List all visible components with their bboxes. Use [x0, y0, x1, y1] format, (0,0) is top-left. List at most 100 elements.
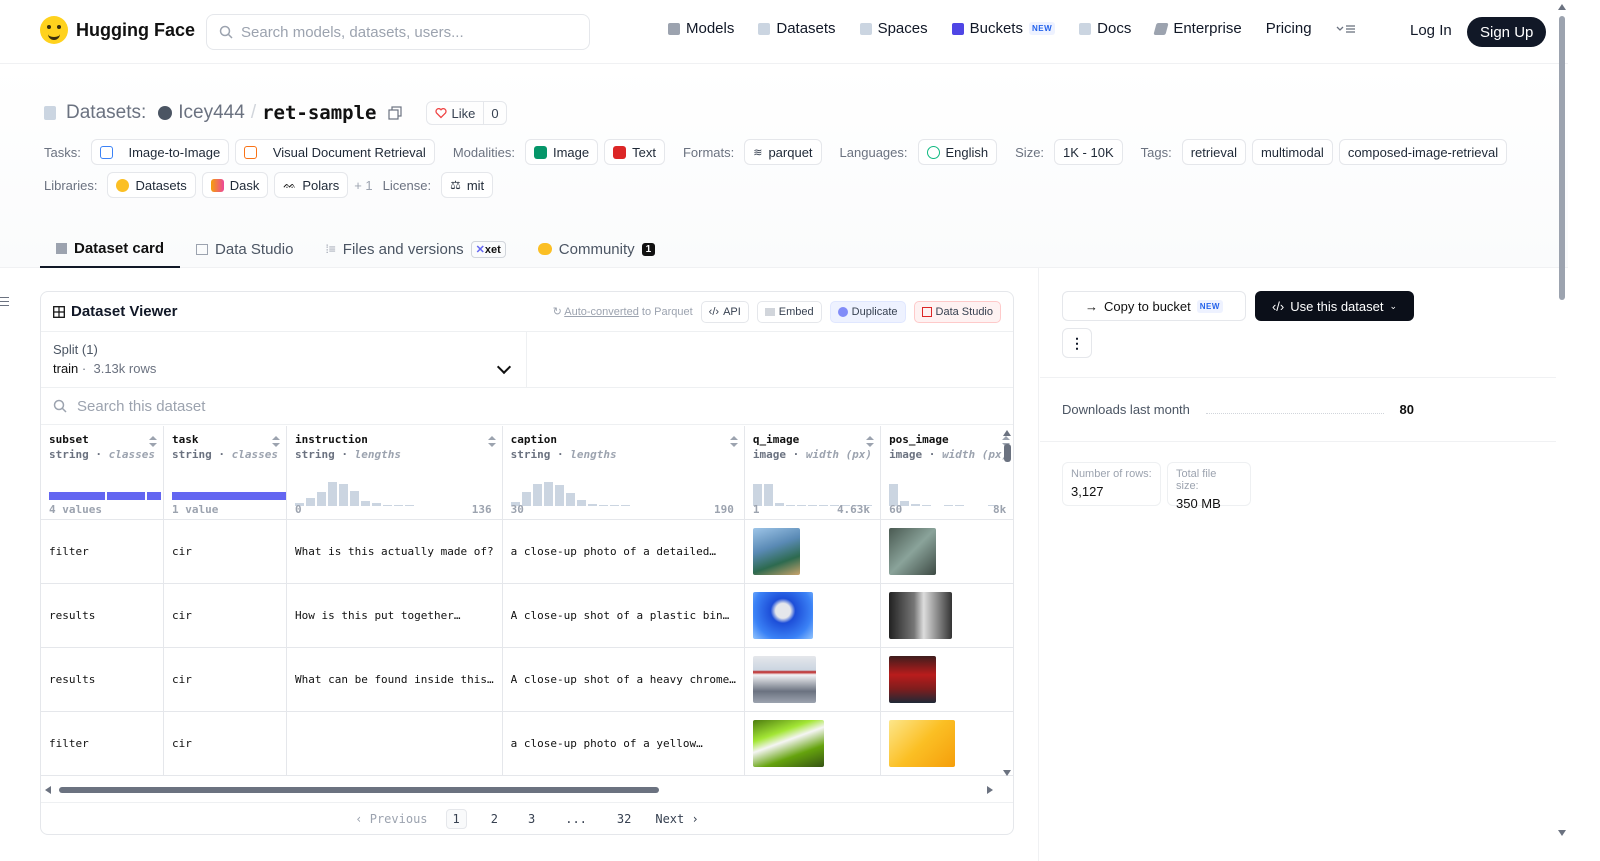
table-row[interactable]: results cir What can be found inside thi… [41, 647, 1013, 712]
tab-data-studio[interactable]: Data Studio [180, 230, 309, 268]
pos-image-thumbnail[interactable] [889, 527, 937, 575]
cell-pos-image[interactable] [880, 519, 1013, 584]
libraries-more[interactable]: + 1 [354, 178, 372, 193]
scroll-thumb[interactable] [59, 787, 659, 793]
cell-subset[interactable]: filter [41, 519, 164, 584]
scroll-down-icon[interactable] [1003, 770, 1011, 776]
tag-library-datasets[interactable]: Datasets [107, 172, 196, 198]
cell-task[interactable]: cir [163, 583, 287, 648]
cell-pos-image[interactable] [880, 711, 1013, 776]
sort-icon[interactable] [487, 436, 496, 448]
cell-caption[interactable]: A close-up shot of a plastic bin… [502, 583, 745, 648]
cell-pos-image[interactable] [880, 583, 1013, 648]
class-distribution-bar[interactable] [171, 492, 286, 500]
width-histogram[interactable] [889, 474, 998, 506]
data-studio-button[interactable]: Data Studio [913, 300, 1001, 323]
class-distribution-bar[interactable] [49, 492, 162, 500]
use-this-dataset-button[interactable]: ‹/› Use this dataset ⌄ [1255, 291, 1414, 321]
tag-retrieval[interactable]: retrieval [1181, 139, 1246, 165]
repo-name[interactable]: ret-sample [262, 102, 376, 124]
cell-caption[interactable]: a close-up photo of a yellow… [502, 711, 745, 776]
q-image-thumbnail[interactable] [752, 591, 813, 639]
q-image-thumbnail[interactable] [752, 719, 824, 767]
scroll-up-icon[interactable] [1003, 430, 1011, 436]
nav-models[interactable]: Models [668, 20, 734, 37]
previous-page-button[interactable]: ‹ Previous [355, 812, 427, 826]
dataset-search[interactable] [41, 388, 1013, 425]
more-options-button[interactable]: ⋮ [1062, 328, 1092, 358]
duplicate-button[interactable]: Duplicate [829, 300, 906, 323]
tab-dataset-card[interactable]: Dataset card [40, 230, 181, 268]
copy-to-bucket-button[interactable]: → Copy to bucket NEW [1062, 291, 1246, 321]
brand-logo[interactable]: Hugging Face [40, 16, 195, 44]
like-button[interactable]: Like 0 [426, 101, 507, 125]
signup-button[interactable]: Sign Up [1467, 17, 1547, 47]
column-header-task[interactable]: task string · classes 1 value [163, 426, 287, 520]
tag-library-polars[interactable]: ᨐ Polars [274, 172, 349, 198]
cell-q-image[interactable] [744, 583, 882, 648]
cell-caption[interactable]: a close-up photo of a detailed… [502, 519, 745, 584]
login-link[interactable]: Log In [1410, 22, 1452, 39]
pos-image-thumbnail[interactable] [889, 591, 953, 639]
tag-task-image-to-image[interactable]: Image-to-Image [90, 139, 230, 165]
api-button[interactable]: ‹/› API [700, 300, 749, 323]
cell-instruction[interactable]: What can be found inside this… [286, 647, 503, 712]
section-label[interactable]: Datasets: [66, 102, 146, 124]
column-header-subset[interactable]: subset string · classes 4 values [41, 426, 164, 520]
column-header-pos-image[interactable]: pos_image image · width (px) 60 8k [880, 426, 1013, 520]
sort-icon[interactable] [271, 436, 280, 448]
table-row[interactable]: filter cir What is this actually made of… [41, 519, 1013, 584]
tag-size[interactable]: 1K - 10K [1054, 139, 1123, 165]
page-1[interactable]: 1 [445, 808, 467, 829]
cell-instruction[interactable]: What is this actually made of? [286, 519, 503, 584]
cell-task[interactable]: cir [163, 711, 287, 776]
pos-image-thumbnail[interactable] [889, 719, 956, 767]
length-histogram[interactable] [294, 474, 414, 506]
tab-files-and-versions[interactable]: ⁞≡ Files and versions ✕xet [309, 230, 521, 268]
column-header-q-image[interactable]: q_image image · width (px) 1 4.63k [744, 426, 882, 520]
scroll-up-icon[interactable] [1558, 4, 1566, 10]
global-search-input[interactable] [241, 23, 571, 41]
cell-task[interactable]: cir [163, 519, 287, 584]
copy-icon[interactable] [388, 106, 403, 120]
cell-subset[interactable]: results [41, 583, 164, 648]
nav-buckets[interactable]: Buckets NEW [951, 20, 1056, 37]
tag-composed-image-retrieval[interactable]: composed-image-retrieval [1338, 139, 1508, 165]
sort-icon[interactable] [148, 436, 157, 448]
pos-image-thumbnail[interactable] [889, 655, 937, 703]
tag-task-visual-document-retrieval[interactable]: Visual Document Retrieval [235, 139, 435, 165]
tag-language-english[interactable]: English [917, 139, 998, 165]
embed-button[interactable]: Embed [756, 300, 822, 323]
cell-pos-image[interactable] [880, 647, 1013, 712]
table-row[interactable]: results cir How is this put together… A … [41, 583, 1013, 648]
nav-datasets[interactable]: Datasets [758, 20, 836, 37]
tag-modality-image[interactable]: Image [524, 139, 599, 165]
q-image-thumbnail[interactable] [752, 655, 816, 703]
owner-link[interactable]: Icey444 [178, 102, 245, 124]
page-3[interactable]: 3 [522, 810, 541, 828]
page-scrollbar[interactable] [1556, 0, 1568, 861]
scroll-right-icon[interactable] [987, 786, 993, 794]
table-row[interactable]: filter cir a close-up photo of a yellow…… [41, 711, 1013, 776]
page-2[interactable]: 2 [485, 810, 504, 828]
table-horizontal-scrollbar[interactable] [41, 782, 1013, 798]
nav-more-menu[interactable] [1336, 23, 1356, 35]
cell-subset[interactable]: results [41, 647, 164, 712]
column-header-instruction[interactable]: instruction string · lengths 0 136 [286, 426, 503, 520]
cell-q-image[interactable] [744, 647, 882, 712]
scroll-left-icon[interactable] [45, 786, 51, 794]
auto-converted-link[interactable]: Auto-converted [564, 306, 639, 318]
width-histogram[interactable] [752, 474, 872, 506]
tag-license-mit[interactable]: ⚖ mit [441, 172, 494, 198]
global-search[interactable] [206, 14, 590, 50]
sidebar-toggle-icon[interactable] [0, 297, 9, 307]
scroll-thumb[interactable] [1559, 16, 1565, 300]
tag-library-dask[interactable]: Dask [201, 172, 269, 198]
dataset-search-input[interactable] [77, 397, 477, 415]
q-image-thumbnail[interactable] [752, 527, 800, 575]
cell-q-image[interactable] [744, 711, 882, 776]
nav-pricing[interactable]: Pricing [1266, 20, 1312, 37]
column-header-caption[interactable]: caption string · lengths 30 190 [502, 426, 745, 520]
nav-spaces[interactable]: Spaces [859, 20, 928, 37]
scroll-down-icon[interactable] [1558, 830, 1566, 836]
